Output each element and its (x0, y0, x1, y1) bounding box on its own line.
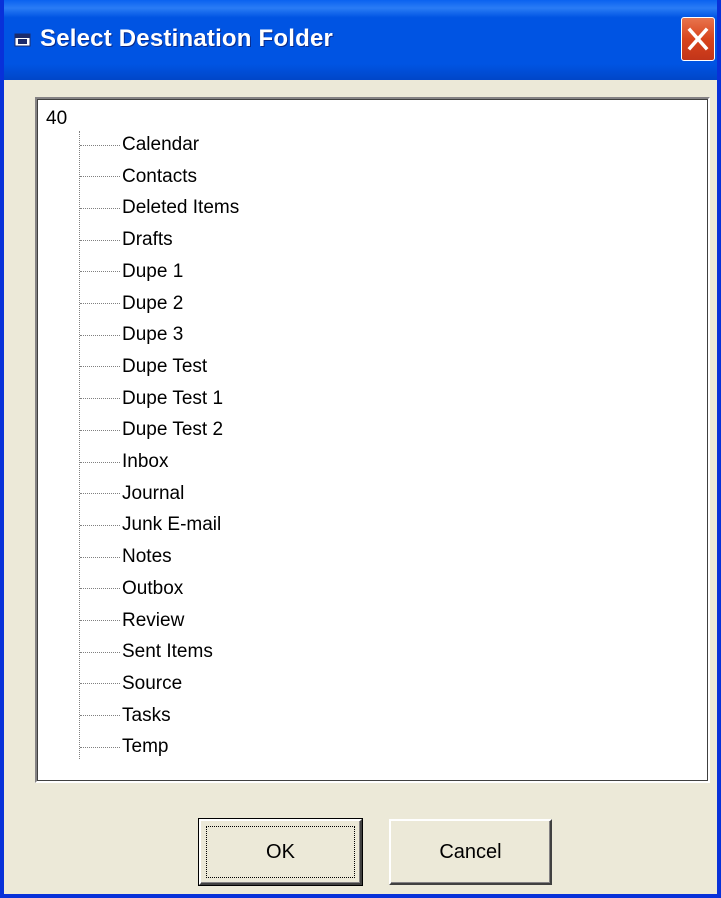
select-destination-folder-dialog: Select Destination Folder 40 Calendar Con… (0, 0, 721, 898)
close-icon (687, 27, 709, 51)
tree-item[interactable]: Calendar (80, 134, 199, 156)
tree-item[interactable]: Dupe Test (80, 356, 207, 378)
tree-branch-line (80, 271, 120, 273)
tree-branch-line (80, 176, 120, 178)
focus-rectangle (206, 826, 355, 878)
tree-branch-line (80, 524, 120, 526)
tree-item-label: Dupe Test 2 (122, 419, 224, 441)
tree-item-label: Drafts (122, 229, 173, 251)
tree-branch-line (80, 334, 120, 336)
tree-branch-line (80, 746, 120, 748)
tree-branch-line (80, 429, 120, 431)
tree-item[interactable]: Notes (80, 546, 172, 568)
tree-item[interactable]: Journal (80, 483, 184, 505)
tree-item-label: Dupe 3 (122, 324, 184, 346)
tree-branch-line (80, 588, 120, 590)
tree-item[interactable]: Sent Items (80, 641, 213, 663)
tree-item[interactable]: Junk E-mail (80, 514, 221, 536)
close-button[interactable] (681, 17, 715, 61)
tree-item-label: Inbox (122, 451, 169, 472)
tree-item[interactable]: Tasks (80, 705, 171, 727)
tree-item-label: Dupe 1 (122, 260, 184, 282)
tree-item-label: Dupe 2 (122, 292, 184, 314)
tree-branch-line (80, 366, 120, 368)
tree-item-label: Outbox (122, 577, 184, 599)
tree-item-label: Junk E-mail (122, 514, 222, 536)
tree-item[interactable]: Contacts (80, 166, 197, 188)
folder-tree[interactable]: 40 Calendar Contacts Deleted Items Drafts Du… (35, 97, 710, 783)
tree-item-label: Sent Items (122, 641, 213, 663)
dialog-title: Select Destination Folder (40, 25, 334, 52)
tree-branch-line (80, 651, 120, 653)
tree-item-label: Dupe Test 1 (122, 387, 224, 409)
tree-item[interactable]: Review (80, 610, 184, 632)
tree-branch-line (80, 620, 120, 621)
cancel-button-label: Cancel (439, 840, 502, 863)
ok-button[interactable]: OK (198, 818, 363, 886)
tree-root-node[interactable]: 40 (46, 108, 67, 130)
tree-branch-line (80, 303, 120, 304)
tree-item-label: Calendar (122, 134, 200, 155)
tree-item[interactable]: Inbox (80, 451, 168, 473)
tree-branch-line (80, 556, 120, 558)
tree-item-label: Deleted Items (122, 197, 240, 219)
tree-item-label: Journal (122, 482, 185, 504)
folder-window-icon (14, 32, 32, 48)
tree-branch-line (80, 144, 120, 146)
tree-item[interactable]: Temp (80, 736, 168, 758)
tree-item[interactable]: Drafts (80, 229, 173, 251)
tree-item[interactable]: Dupe 2 (80, 293, 183, 315)
tree-item[interactable]: Dupe Test 2 (80, 419, 223, 441)
tree-branch-line (80, 239, 120, 241)
tree-branch-line (80, 207, 120, 209)
tree-item-label: Review (122, 609, 185, 631)
tree-item-label: Dupe Test (122, 355, 208, 377)
tree-branch-line (80, 715, 120, 717)
title-bar[interactable]: Select Destination Folder (4, 0, 717, 80)
tree-item[interactable]: Dupe 1 (80, 261, 183, 283)
cancel-button[interactable]: Cancel (389, 819, 552, 885)
tree-item[interactable]: Outbox (80, 578, 183, 600)
tree-item-label: Source (122, 672, 183, 694)
tree-item-label: Contacts (122, 165, 197, 187)
tree-connector-line (79, 131, 80, 759)
tree-item[interactable]: Dupe Test 1 (80, 388, 223, 410)
tree-branch-line (80, 461, 120, 463)
tree-item[interactable]: Deleted Items (80, 197, 239, 219)
tree-item-label: Notes (122, 546, 172, 568)
tree-item[interactable]: Dupe 3 (80, 324, 183, 346)
tree-item-label: Temp (122, 736, 169, 758)
tree-item[interactable]: Source (80, 673, 182, 695)
tree-branch-line (80, 398, 120, 400)
tree-item-label: Tasks (122, 704, 171, 726)
tree-branch-line (80, 493, 120, 495)
tree-branch-line (80, 683, 120, 685)
